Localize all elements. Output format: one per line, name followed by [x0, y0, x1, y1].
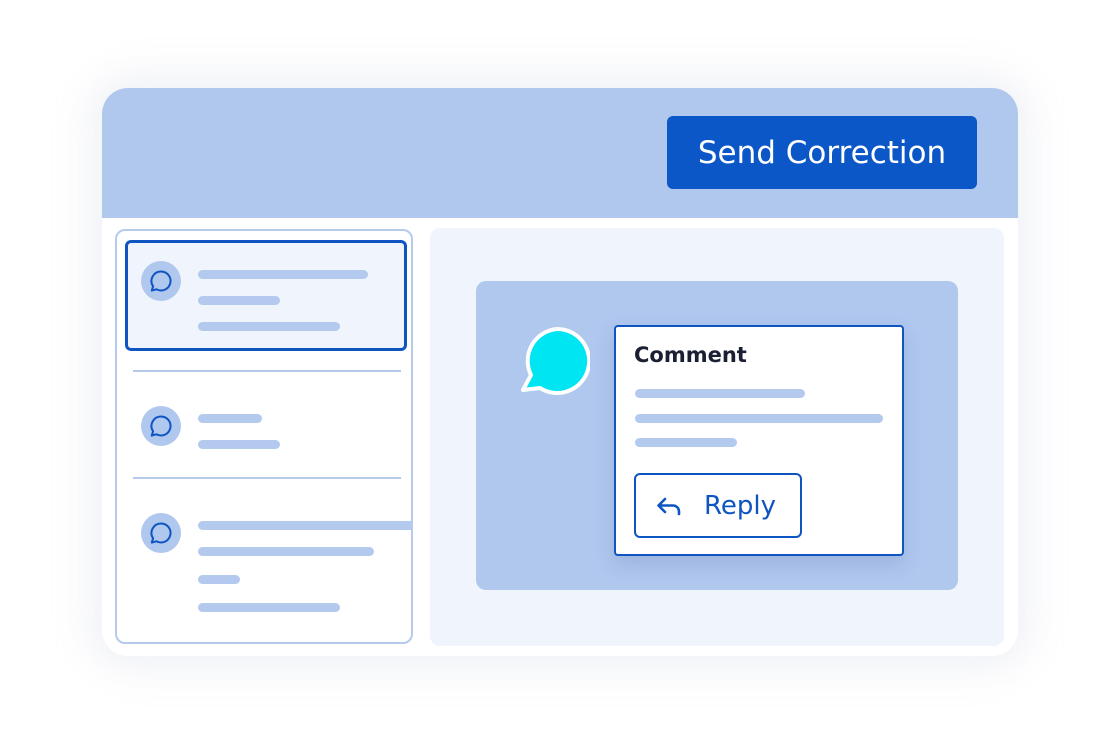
document-preview: Comment Reply [476, 281, 958, 590]
placeholder-line [635, 438, 737, 447]
placeholder-line [198, 521, 411, 530]
reply-arrow-icon [657, 497, 681, 515]
chat-bubble-icon [141, 513, 181, 553]
send-correction-button[interactable]: Send Correction [667, 116, 977, 189]
chat-bubble-icon [141, 406, 181, 446]
comment-list-item[interactable] [117, 487, 411, 637]
placeholder-line [198, 547, 374, 556]
comment-card: Comment Reply [614, 325, 904, 556]
chat-bubble-icon [141, 261, 181, 301]
placeholder-line [635, 414, 883, 423]
reply-label: Reply [704, 490, 777, 521]
comment-list [115, 229, 413, 644]
list-divider [133, 370, 401, 372]
comment-list-item[interactable] [117, 381, 411, 473]
placeholder-line [198, 414, 262, 423]
chat-bubble-icon[interactable] [518, 325, 590, 397]
list-divider [133, 477, 401, 479]
reply-button[interactable]: Reply [634, 473, 802, 538]
placeholder-line [198, 322, 340, 331]
placeholder-line [198, 603, 340, 612]
placeholder-line [635, 389, 805, 398]
document-panel: Comment Reply [430, 228, 1004, 646]
comment-title: Comment [634, 343, 747, 367]
placeholder-line [198, 440, 280, 449]
toolbar: Send Correction [102, 88, 1018, 218]
placeholder-line [198, 270, 368, 279]
app-window: Send Correction Comment Reply [102, 88, 1018, 656]
comment-list-item-selected[interactable] [125, 240, 407, 351]
placeholder-line [198, 296, 280, 305]
placeholder-line [198, 575, 240, 584]
